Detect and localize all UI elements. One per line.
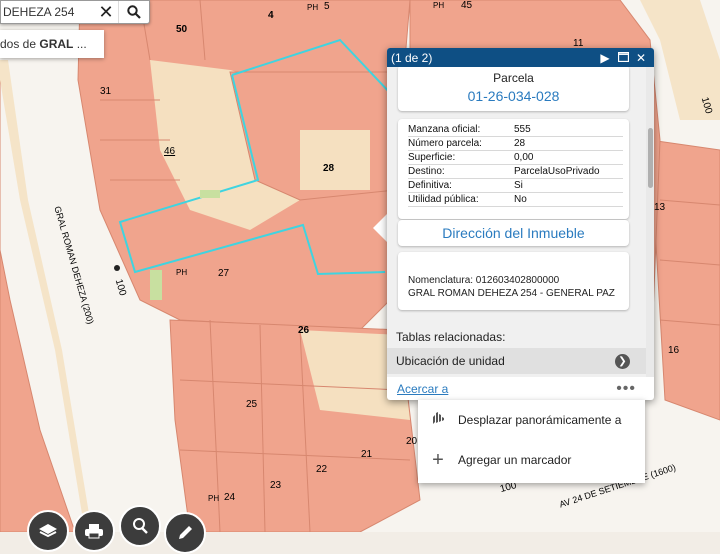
direccion-card[interactable]: Dirección del Inmueble	[398, 220, 629, 246]
maximize-icon	[617, 51, 629, 62]
attribute-value: No	[514, 194, 527, 205]
popup-pointer	[373, 213, 388, 243]
attribute-value: Si	[514, 180, 523, 191]
search-button[interactable]	[118, 1, 149, 23]
attribute-row: Superficie: 0,00	[408, 151, 623, 165]
zoom-to-link[interactable]: Acercar a	[387, 382, 616, 396]
attribute-row: Destino: ParcelaUsoPrivado	[408, 165, 623, 179]
popup-header: (1 de 2) ▶ ✕	[387, 48, 654, 67]
attribute-value: 555	[514, 124, 531, 135]
add-marker-menu-item[interactable]: + Agregar un marcador	[418, 440, 645, 480]
search-icon	[127, 5, 141, 19]
layers-button[interactable]	[27, 510, 69, 552]
attribute-key: Superficie:	[408, 152, 456, 163]
tablas-label: Tablas relacionadas:	[396, 330, 506, 344]
popup-title: Parcela	[493, 71, 534, 85]
attribute-row: Definitiva: Si	[408, 179, 623, 193]
suggestion-bold: GRAL	[39, 37, 74, 51]
attribute-key: Definitiva:	[408, 180, 452, 191]
clear-search-button[interactable]: ✕	[94, 2, 118, 23]
attribute-row: Número parcela: 28	[408, 137, 623, 151]
next-feature-button[interactable]: ▶	[596, 51, 614, 65]
close-popup-button[interactable]: ✕	[632, 51, 650, 65]
search-box: DEHEZA 254 ✕	[0, 0, 150, 24]
parcel-popup: (1 de 2) ▶ ✕ Parcela 01-26-034-028 Manza…	[387, 48, 654, 400]
ubicacion-unidad-row[interactable]: Ubicación de unidad ❯	[387, 348, 646, 374]
popup-footer: Acercar a •••	[387, 378, 654, 400]
attribute-row: Utilidad pública: No	[408, 193, 623, 207]
layers-icon	[39, 524, 57, 538]
popup-feature-count: (1 de 2)	[391, 50, 433, 65]
chevron-right-icon: ❯	[615, 353, 630, 369]
popup-scrollbar[interactable]	[646, 67, 654, 377]
pan-to-label: Desplazar panorámicamente a	[458, 413, 622, 427]
more-actions-button[interactable]: •••	[616, 380, 636, 398]
attribute-key: Destino:	[408, 166, 445, 177]
ubicacion-label: Ubicación de unidad	[396, 354, 505, 368]
address-text: GRAL ROMAN DEHEZA 254 - GENERAL PAZ	[408, 288, 615, 299]
pan-icon	[418, 410, 458, 431]
nomenclatura-card: Nomenclatura: 012603402800000 GRAL ROMAN…	[398, 252, 629, 310]
attribute-value: 0,00	[514, 152, 534, 163]
attribute-value: 28	[514, 138, 526, 149]
identify-icon	[133, 518, 148, 534]
attribute-row: Manzana oficial: 555	[408, 123, 623, 137]
attribute-key: Número parcela:	[408, 138, 482, 149]
parcel-card: Parcela 01-26-034-028	[398, 67, 629, 111]
add-marker-label: Agregar un marcador	[458, 453, 572, 467]
suggestion-suffix: ...	[73, 37, 87, 51]
nomenclatura-text: Nomenclatura: 012603402800000	[408, 275, 560, 286]
attribute-key: Utilidad pública:	[408, 194, 479, 205]
popup-scroll-thumb[interactable]	[648, 128, 653, 188]
parcel-id: 01-26-034-028	[467, 88, 560, 104]
popup-body: Parcela 01-26-034-028 Manzana oficial: 55…	[387, 67, 654, 377]
draw-button[interactable]	[164, 512, 206, 554]
search-input[interactable]: DEHEZA 254	[1, 5, 94, 19]
maximize-button[interactable]	[614, 51, 632, 65]
search-suggestion[interactable]: dos de GRAL ...	[0, 30, 104, 58]
print-button[interactable]	[73, 510, 115, 552]
identify-button[interactable]	[119, 505, 161, 547]
pencil-icon	[179, 526, 192, 539]
attribute-key: Manzana oficial:	[408, 124, 481, 135]
pan-to-menu-item[interactable]: Desplazar panorámicamente a	[418, 400, 645, 440]
attribute-value: ParcelaUsoPrivado	[514, 166, 600, 177]
plus-icon: +	[432, 448, 444, 471]
actions-menu: Desplazar panorámicamente a + Agregar un…	[418, 400, 645, 483]
attributes-card: Manzana oficial: 555 Número parcela: 28 Su…	[398, 119, 629, 219]
suggestion-prefix: dos de	[0, 37, 40, 51]
print-icon	[85, 524, 103, 539]
